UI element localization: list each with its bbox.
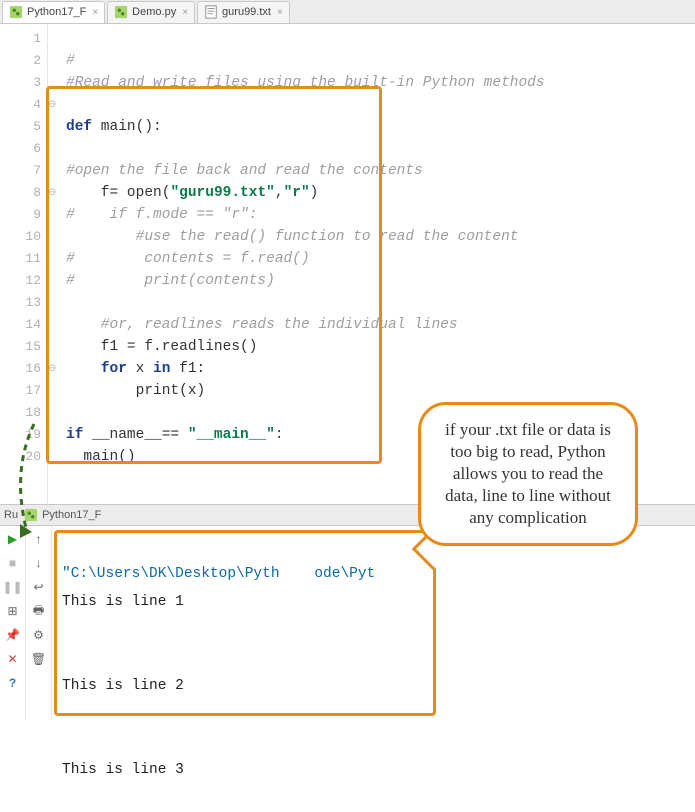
help-button[interactable]: ? (4, 674, 22, 692)
close-button[interactable]: ✕ (4, 650, 22, 668)
console-path: "C:\Users\DK\Desktop\Pyth ode\Pyt (62, 566, 375, 582)
line-gutter: 1234567891011121314151617181920 (0, 24, 48, 504)
python-file-icon (24, 508, 38, 522)
fold-icon[interactable]: ⊖ (48, 94, 64, 116)
annotation-callout: if your .txt file or data is too big to … (418, 402, 638, 546)
stop-button[interactable]: ■ (4, 554, 22, 572)
tab-label: Demo.py (132, 6, 176, 18)
print-button[interactable]: 🖶 (30, 602, 48, 620)
pause-button[interactable]: ❚❚ (4, 578, 22, 596)
python-file-icon (9, 5, 23, 19)
run-button[interactable]: ▶ (4, 530, 22, 548)
run-toolbar-left: ▶ ■ ❚❚ ⊞ 📌 ✕ ? (0, 526, 26, 720)
run-panel: ▶ ■ ❚❚ ⊞ 📌 ✕ ? ↑ ↓ ↩ 🖶 ⚙ 🗑 "C:\Users\DK\… (0, 526, 695, 720)
tab-label: Python17_F (27, 6, 86, 18)
close-icon[interactable]: × (277, 7, 283, 18)
close-icon[interactable]: × (92, 7, 98, 18)
settings-button[interactable]: ⚙ (30, 626, 48, 644)
tab-guru99[interactable]: guru99.txt × (197, 1, 290, 23)
close-icon[interactable]: × (182, 7, 188, 18)
fold-strip: ⊖ ⊖ ⊖ (48, 24, 64, 504)
run-toolbar-right: ↑ ↓ ↩ 🖶 ⚙ 🗑 (26, 526, 52, 720)
layout-button[interactable]: ⊞ (4, 602, 22, 620)
tab-demo[interactable]: Demo.py × (107, 1, 195, 23)
python-file-icon (114, 5, 128, 19)
console-line: This is line 1 (62, 594, 184, 610)
scroll-down-button[interactable]: ↓ (30, 554, 48, 572)
editor-tab-bar: Python17_F × Demo.py × guru99.txt × (0, 0, 695, 24)
run-config-name: Python17_F (42, 509, 101, 521)
console-output[interactable]: "C:\Users\DK\Desktop\Pyth ode\Pyt This i… (52, 526, 695, 720)
clear-button[interactable]: 🗑 (30, 650, 48, 668)
pin-button[interactable]: 📌 (4, 626, 22, 644)
run-label: Ru (4, 509, 18, 521)
softwrap-button[interactable]: ↩ (30, 578, 48, 596)
console-line: This is line 3 (62, 762, 184, 778)
tab-python17[interactable]: Python17_F × (2, 1, 105, 23)
tab-label: guru99.txt (222, 6, 271, 18)
fold-icon[interactable]: ⊖ (48, 182, 64, 204)
text-file-icon (204, 5, 218, 19)
scroll-up-button[interactable]: ↑ (30, 530, 48, 548)
fold-icon[interactable]: ⊖ (48, 358, 64, 380)
console-line: This is line 2 (62, 678, 184, 694)
